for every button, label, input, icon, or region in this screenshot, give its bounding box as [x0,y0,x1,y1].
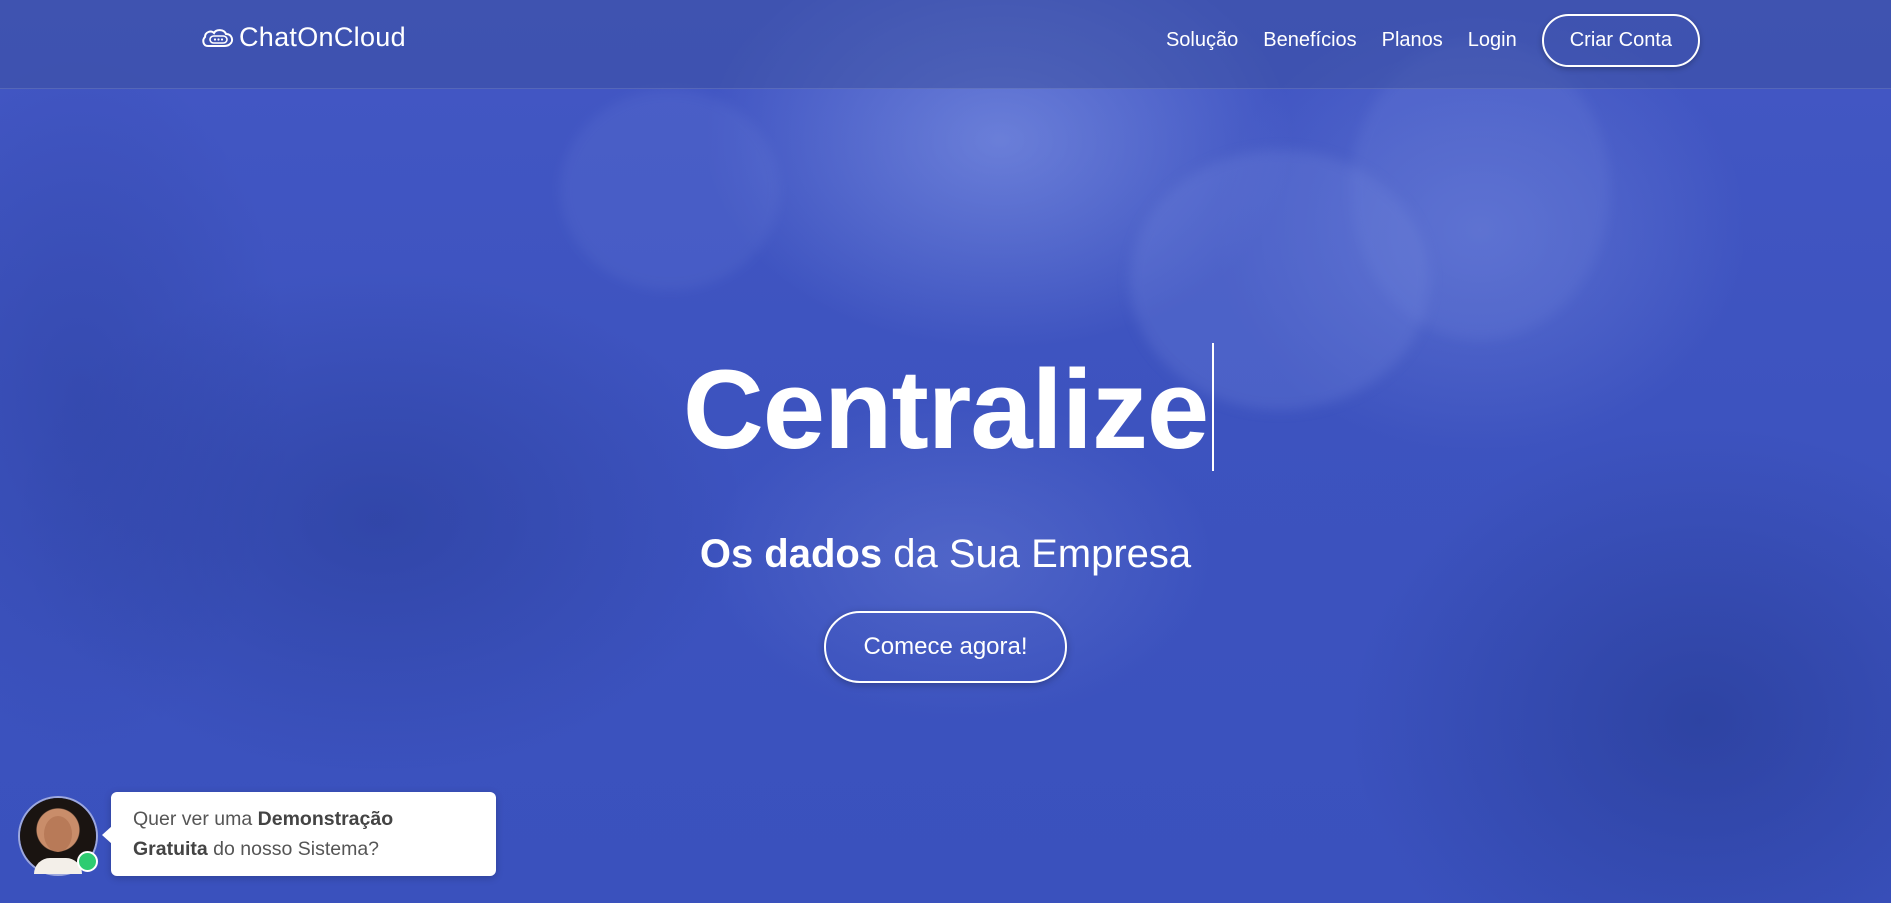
nav-item-planos[interactable]: Planos [1382,15,1443,66]
brand-logo[interactable]: ChatOnCloud [201,22,406,53]
avatar-face [44,816,72,852]
avatar-shirt [34,858,82,874]
background-shape [560,90,780,290]
hero-section: Centralize Os dados da Sua Empresa Comec… [0,340,1891,683]
message-text: Quer ver uma [133,808,258,830]
create-account-button[interactable]: Criar Conta [1541,14,1700,67]
hero-headline: Centralize [682,347,1209,472]
message-text-end: do nosso Sistema? [207,838,380,860]
typing-caret [1212,343,1215,471]
message-bold-free: Gratuita [133,838,208,860]
subheadline-bold: Os dados [699,532,883,576]
nav-menu: Solução Benefícios Planos Login Criar Co… [1166,14,1700,67]
nav-item-login[interactable]: Login [1468,15,1517,66]
nav-item-solucao[interactable]: Solução [1166,15,1238,66]
start-now-button[interactable]: Comece agora! [824,611,1067,683]
hero-subheadline: Os dados da Sua Empresa [0,532,1891,577]
landing-page: ChatOnCloud Solução Benefícios Planos Lo… [0,0,1891,903]
headline-container: Centralize [682,340,1215,480]
top-navbar: ChatOnCloud Solução Benefícios Planos Lo… [0,0,1891,89]
nav-item-beneficios[interactable]: Benefícios [1263,15,1356,66]
chat-widget: Quer ver uma Demonstração Gratuita do nos… [20,792,496,876]
hero-cta-container: Comece agora! [0,611,1891,683]
chat-message-bubble[interactable]: Quer ver uma Demonstração Gratuita do nos… [102,792,496,876]
chat-cloud-icon [202,28,234,47]
brand-name: ChatOnCloud [239,22,406,52]
online-status-icon [77,851,98,872]
message-bold-demo: Demonstração [257,808,394,830]
subheadline-text: da Sua Empresa [882,532,1192,576]
agent-avatar[interactable] [20,798,98,874]
